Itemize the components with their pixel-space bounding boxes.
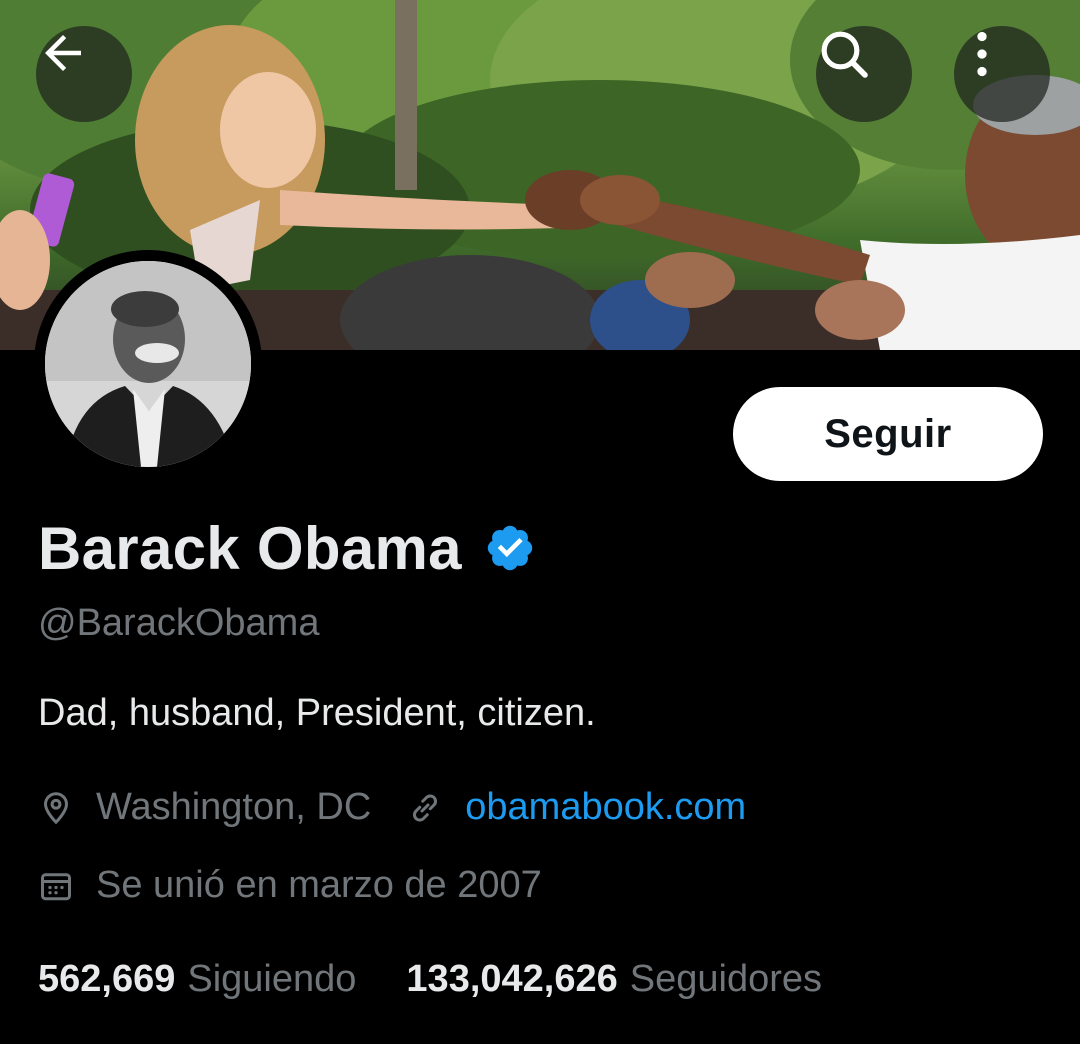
location-text: Washington, DC [96,786,372,828]
search-button[interactable] [816,26,912,122]
profile-name-row: Barack Obama [38,508,536,588]
following-stat[interactable]: 562,669 Siguiendo [38,958,356,1001]
arrow-left-icon [45,35,81,71]
more-vertical-icon [977,31,987,77]
following-count: 562,669 [38,958,176,1000]
joined-item: Se unió en marzo de 2007 [38,864,542,907]
search-icon [821,31,868,78]
followers-label: Seguidores [629,958,822,1000]
link-icon [413,793,438,822]
more-options-button[interactable] [954,26,1050,122]
joined-text: Se unió en marzo de 2007 [96,864,542,906]
following-label: Siguiendo [187,958,357,1000]
website-item[interactable]: obamabook.com [407,786,746,829]
profile-meta-row: Washington, DC obamabook.com [38,786,746,829]
profile-bio: Dad, husband, President, citizen. [38,692,596,734]
profile-joined-row: Se unió en marzo de 2007 [38,864,542,907]
followers-stat[interactable]: 133,042,626 Seguidores [406,958,822,1001]
profile-stats: 562,669 Siguiendo 133,042,626 Seguidores [38,958,822,1001]
profile-name: Barack Obama [38,514,462,582]
location-pin-icon [43,791,69,824]
follow-button[interactable]: Seguir [733,387,1043,481]
avatar-photo [45,261,251,467]
verified-badge-icon[interactable] [484,522,536,574]
avatar-border [34,250,262,478]
location-item: Washington, DC [38,786,371,829]
calendar-icon [41,872,71,900]
back-button[interactable] [36,26,132,122]
profile-screen: Seguir Barack Obama @BarackObama Dad, hu… [0,0,1080,1044]
avatar[interactable] [45,261,251,467]
followers-count: 133,042,626 [406,958,618,1000]
website-link[interactable]: obamabook.com [465,786,746,829]
profile-handle: @BarackObama [38,602,320,644]
